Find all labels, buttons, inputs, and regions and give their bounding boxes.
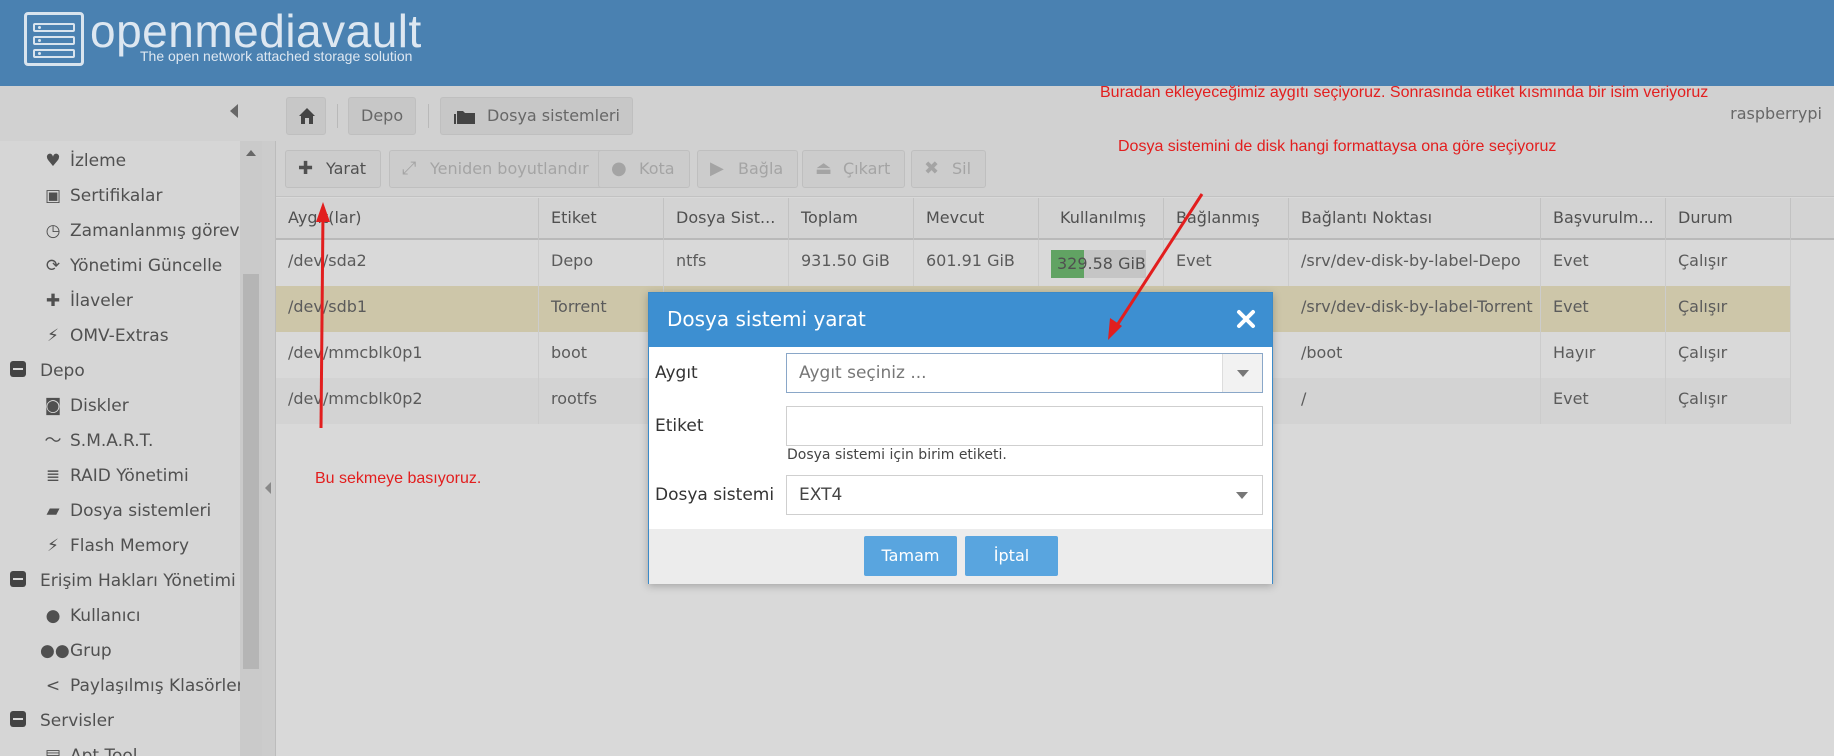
ok-button[interactable]: Tamam	[864, 536, 957, 576]
device-select-placeholder: Aygıt seçiniz ...	[799, 363, 927, 383]
dialog-footer	[649, 529, 1272, 584]
omv-logo-icon	[24, 12, 84, 66]
device-select[interactable]: Aygıt seçiniz ...	[786, 353, 1263, 393]
create-filesystem-dialog: Dosya sistemi yarat Aygıt Aygıt seçiniz …	[648, 292, 1273, 584]
chevron-down-icon[interactable]	[1222, 476, 1262, 514]
filesystem-select[interactable]: EXT4	[786, 475, 1263, 515]
close-icon[interactable]	[1235, 308, 1257, 330]
dialog-title: Dosya sistemi yarat	[649, 293, 1272, 347]
chevron-down-icon[interactable]	[1222, 354, 1262, 392]
annotation-create-hint: Bu sekmeye basıyoruz.	[315, 470, 482, 487]
filesystem-select-value: EXT4	[799, 485, 843, 505]
logo-subtitle: The open network attached storage soluti…	[140, 48, 413, 64]
annotation-filesystem-hint: Dosya sistemini de disk hangi formattays…	[1118, 138, 1557, 155]
tag-help-text: Dosya sistemi için birim etiketi.	[787, 447, 1007, 463]
annotation-device-hint: Buradan ekleyeceğimiz aygıtı seçiyoruz. …	[1100, 84, 1709, 101]
app-header: openmediavault The open network attached…	[0, 0, 1834, 86]
cancel-button[interactable]: İptal	[965, 536, 1058, 576]
tag-label: Etiket	[655, 416, 704, 436]
device-label: Aygıt	[655, 363, 698, 383]
filesystem-label: Dosya sistemi	[655, 485, 775, 505]
tag-input[interactable]	[786, 406, 1263, 446]
